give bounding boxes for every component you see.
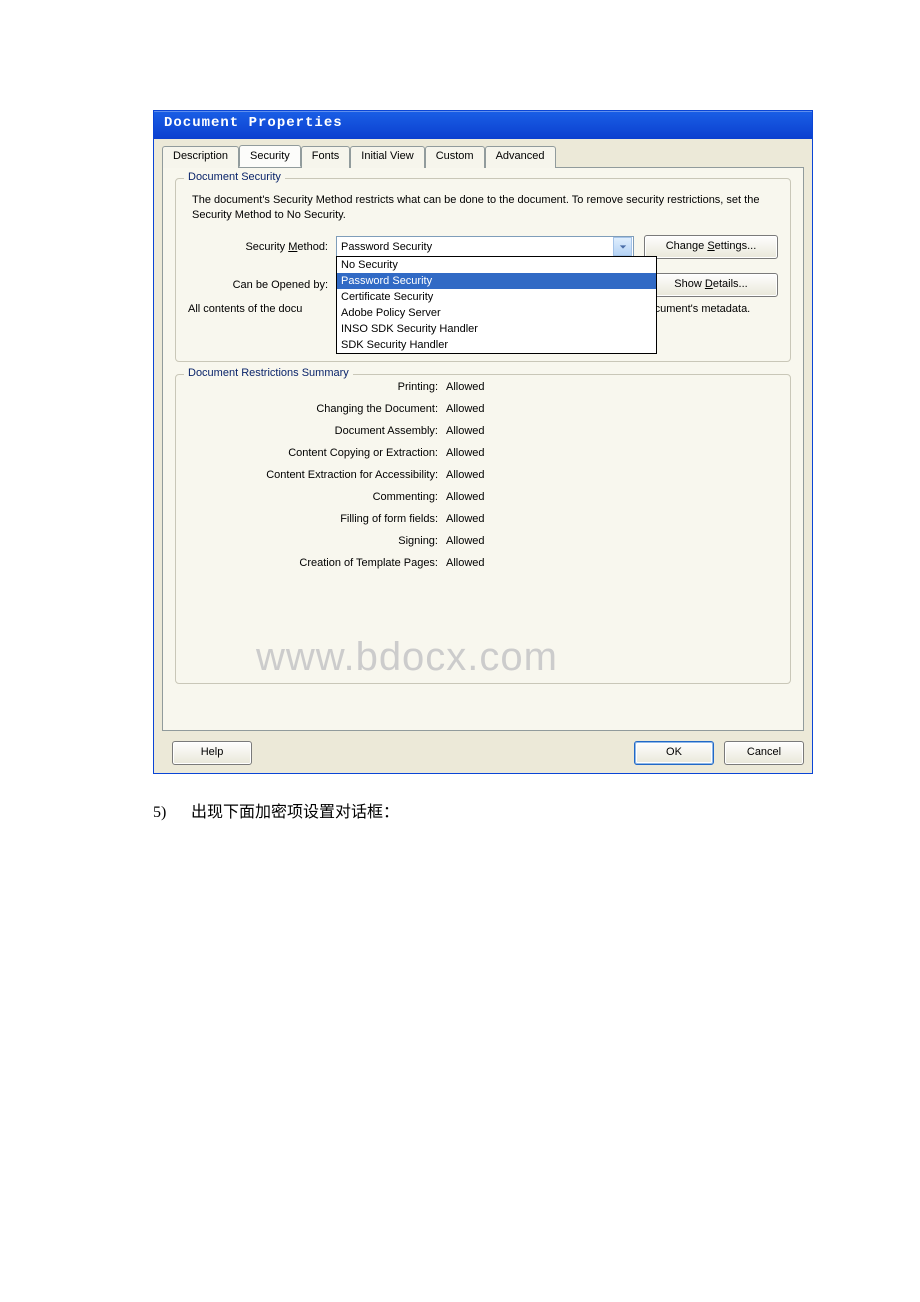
r-copying-label: Content Copying or Extraction: bbox=[188, 447, 446, 459]
option-sdk-handler[interactable]: SDK Security Handler bbox=[337, 337, 656, 353]
r-commenting-label: Commenting: bbox=[188, 491, 446, 503]
security-method-label: Security Method: bbox=[188, 241, 336, 253]
r-formfields-value: Allowed bbox=[446, 513, 778, 525]
dialog-footer: Help OK Cancel bbox=[162, 741, 804, 765]
r-assembly-label: Document Assembly: bbox=[188, 425, 446, 437]
security-method-combo[interactable]: Password Security No Security Password S… bbox=[336, 236, 634, 257]
r-changing-label: Changing the Document: bbox=[188, 403, 446, 415]
option-inso-sdk-handler[interactable]: INSO SDK Security Handler bbox=[337, 321, 656, 337]
ok-button[interactable]: OK bbox=[634, 741, 714, 765]
r-accessibility-label: Content Extraction for Accessibility: bbox=[188, 469, 446, 481]
security-description: The document's Security Method restricts… bbox=[192, 193, 778, 223]
group-legend-restrictions: Document Restrictions Summary bbox=[184, 367, 353, 379]
contents-label: All contents of the docu bbox=[188, 303, 310, 315]
tab-strip: Description Security Fonts Initial View … bbox=[162, 145, 804, 167]
change-settings-button[interactable]: Change Settings... bbox=[644, 235, 778, 259]
document-security-group: Document Security The document's Securit… bbox=[175, 178, 791, 362]
r-changing-value: Allowed bbox=[446, 403, 778, 415]
tab-security[interactable]: Security bbox=[239, 145, 301, 167]
tab-custom[interactable]: Custom bbox=[425, 146, 485, 168]
option-certificate-security[interactable]: Certificate Security bbox=[337, 289, 656, 305]
r-signing-label: Signing: bbox=[188, 535, 446, 547]
document-properties-dialog: Document Properties Description Security… bbox=[153, 110, 813, 774]
chevron-down-icon bbox=[619, 243, 627, 251]
r-printing-label: Printing: bbox=[188, 381, 446, 393]
r-template-value: Allowed bbox=[446, 557, 778, 569]
cancel-button[interactable]: Cancel bbox=[724, 741, 804, 765]
security-method-value: Password Security bbox=[341, 241, 432, 253]
caption-text: 出现下面加密项设置对话框： bbox=[191, 804, 399, 821]
dialog-title: Document Properties bbox=[154, 111, 812, 139]
r-assembly-value: Allowed bbox=[446, 425, 778, 437]
security-method-dropdown: No Security Password Security Certificat… bbox=[336, 256, 657, 354]
tab-fonts[interactable]: Fonts bbox=[301, 146, 351, 168]
r-formfields-label: Filling of form fields: bbox=[188, 513, 446, 525]
caption-below: 5) 出现下面加密项设置对话框： bbox=[153, 798, 811, 822]
dialog-client: Description Security Fonts Initial View … bbox=[154, 139, 812, 773]
r-signing-value: Allowed bbox=[446, 535, 778, 547]
r-template-label: Creation of Template Pages: bbox=[188, 557, 446, 569]
combo-dropdown-button[interactable] bbox=[613, 237, 632, 256]
tab-body: www.bdocx.com Document Security The docu… bbox=[162, 167, 804, 731]
r-commenting-value: Allowed bbox=[446, 491, 778, 503]
option-no-security[interactable]: No Security bbox=[337, 257, 656, 273]
show-details-button[interactable]: Show Details... bbox=[644, 273, 778, 297]
tab-advanced[interactable]: Advanced bbox=[485, 146, 556, 168]
opened-by-label: Can be Opened by: bbox=[188, 279, 336, 291]
option-password-security[interactable]: Password Security bbox=[337, 273, 656, 289]
r-copying-value: Allowed bbox=[446, 447, 778, 459]
help-button[interactable]: Help bbox=[172, 741, 252, 765]
option-adobe-policy-server[interactable]: Adobe Policy Server bbox=[337, 305, 656, 321]
r-printing-value: Allowed bbox=[446, 381, 778, 393]
restrictions-group: Document Restrictions Summary Printing:A… bbox=[175, 374, 791, 684]
caption-number: 5) bbox=[153, 804, 187, 822]
tab-initial-view[interactable]: Initial View bbox=[350, 146, 424, 168]
r-accessibility-value: Allowed bbox=[446, 469, 778, 481]
tab-description[interactable]: Description bbox=[162, 146, 239, 168]
group-legend-security: Document Security bbox=[184, 171, 285, 183]
